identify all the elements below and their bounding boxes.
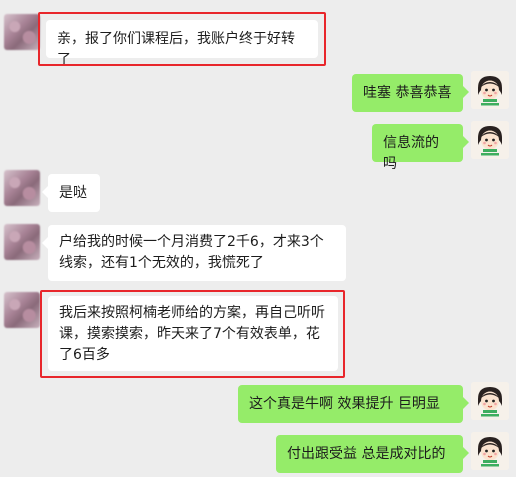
message-text: 是哒 <box>59 185 87 201</box>
cartoon-girl-avatar-icon <box>471 432 509 470</box>
user-avatar[interactable] <box>471 432 509 470</box>
message-bubble-left[interactable]: 是哒 <box>42 174 100 212</box>
message-bubble-left[interactable]: 亲，报了你们课程后，我账户终于好转了 <box>46 20 318 68</box>
user-avatar[interactable] <box>471 382 509 420</box>
message-text: 我后来按照柯楠老师给的方案，再自己听听课，摸索摸索，昨天来了7个有效表单，花了6… <box>59 305 325 363</box>
message-text: 付出跟受益 总是成对比的 <box>287 446 446 462</box>
contact-avatar[interactable] <box>4 292 40 328</box>
chat-conversation: 亲，报了你们课程后，我账户终于好转了 哇塞 恭喜恭喜 信息流的吗 是哒 户给我的… <box>0 0 516 477</box>
message-bubble-left[interactable]: 户给我的时候一个月消费了2千6，才来3个线索，还有1个无效的，我慌死了 <box>42 225 346 281</box>
message-bubble-right[interactable]: 付出跟受益 总是成对比的 <box>276 435 469 473</box>
user-avatar[interactable] <box>471 71 509 109</box>
cartoon-girl-avatar-icon <box>471 121 509 159</box>
message-bubble-right[interactable]: 信息流的吗 <box>372 124 469 172</box>
contact-avatar[interactable] <box>4 224 40 260</box>
message-bubble-right[interactable]: 哇塞 恭喜恭喜 <box>352 74 469 112</box>
message-text: 亲，报了你们课程后，我账户终于好转了 <box>57 31 295 68</box>
cartoon-girl-avatar-icon <box>471 71 509 109</box>
message-text: 户给我的时候一个月消费了2千6，才来3个线索，还有1个无效的，我慌死了 <box>59 234 324 271</box>
cartoon-girl-avatar-icon <box>471 382 509 420</box>
message-text: 信息流的吗 <box>383 135 439 172</box>
message-text: 哇塞 恭喜恭喜 <box>363 85 452 101</box>
contact-avatar[interactable] <box>4 170 40 206</box>
message-bubble-right[interactable]: 这个真是牛啊 效果提升 巨明显 <box>238 385 469 423</box>
message-text: 这个真是牛啊 效果提升 巨明显 <box>249 396 440 412</box>
user-avatar[interactable] <box>471 121 509 159</box>
contact-avatar[interactable] <box>4 14 40 50</box>
message-bubble-left[interactable]: 我后来按照柯楠老师给的方案，再自己听听课，摸索摸索，昨天来了7个有效表单，花了6… <box>48 296 338 371</box>
